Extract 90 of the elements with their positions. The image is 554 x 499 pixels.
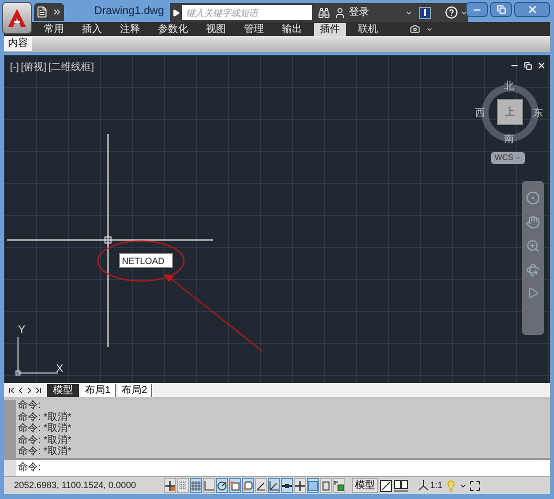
ribbon-tab[interactable]: 联机 bbox=[352, 23, 384, 36]
dynamic-input-field[interactable]: NETLOAD bbox=[119, 253, 173, 268]
dotted-grid-icon bbox=[178, 480, 188, 490]
expand-icon[interactable] bbox=[172, 8, 180, 16]
ribbon-tab[interactable]: 视图 bbox=[200, 23, 232, 36]
caret-icon bbox=[515, 155, 522, 161]
viewcube-face[interactable]: 上 bbox=[497, 99, 523, 125]
status-toggle-button[interactable] bbox=[268, 478, 280, 493]
coordinates-readout: 2052.6983, 1100.1524, 0.0000 bbox=[13, 478, 137, 492]
status-toggle-button[interactable] bbox=[190, 478, 202, 493]
rounded-square-icon bbox=[243, 480, 253, 490]
book-icon[interactable] bbox=[394, 480, 408, 492]
command-history-line: 命令: bbox=[18, 400, 42, 412]
new-file-icon[interactable] bbox=[36, 6, 48, 18]
camera-icon[interactable] bbox=[410, 24, 420, 34]
command-history-line: 命令: *取消* bbox=[18, 446, 72, 458]
user-icon[interactable] bbox=[334, 6, 346, 18]
crosshair-icon bbox=[165, 480, 175, 490]
angle-icon bbox=[256, 480, 266, 490]
fullscreen-icon[interactable] bbox=[468, 480, 481, 492]
close-icon bbox=[526, 4, 538, 15]
ribbon-tab[interactable]: 注释 bbox=[114, 23, 146, 36]
minimize-button[interactable] bbox=[466, 2, 488, 17]
overlapping-squares-icon bbox=[334, 480, 344, 490]
ucs-menu-button[interactable]: WCS bbox=[491, 152, 525, 164]
command-history-line: 命令: *取消* bbox=[18, 434, 72, 446]
ribbon-tab[interactable]: 插入 bbox=[76, 23, 108, 36]
grid-icon bbox=[191, 480, 201, 490]
layout-tab[interactable]: 布局2 bbox=[118, 384, 152, 396]
right-angle-icon bbox=[204, 480, 214, 490]
ucs-angle-icon bbox=[269, 480, 279, 490]
layout-icon[interactable] bbox=[380, 480, 392, 492]
ribbon-tab[interactable]: 参数化 bbox=[152, 23, 194, 36]
viewport-control[interactable]: [-] bbox=[10, 60, 19, 75]
more-icon[interactable] bbox=[52, 7, 62, 17]
status-toggle-button[interactable] bbox=[307, 478, 319, 493]
status-toggle-button[interactable] bbox=[242, 478, 254, 493]
status-toggle-button[interactable] bbox=[281, 478, 293, 493]
ribbon-tab[interactable]: 插件 bbox=[314, 23, 346, 36]
caret-icon[interactable] bbox=[426, 26, 433, 33]
axis-label: Y bbox=[18, 323, 26, 338]
panel-tab[interactable]: 内容 bbox=[4, 37, 32, 51]
rectangle-icon bbox=[321, 480, 331, 490]
ribbon-tab[interactable]: 输出 bbox=[276, 23, 308, 36]
compass-label: 西 bbox=[475, 107, 485, 121]
status-toggle-button[interactable] bbox=[320, 478, 332, 493]
status-toggle-button[interactable] bbox=[333, 478, 345, 493]
restore-button[interactable] bbox=[490, 2, 512, 17]
next-tab-icon[interactable] bbox=[25, 386, 34, 394]
document-title: Drawing1.dwg bbox=[94, 4, 164, 19]
sign-in-link[interactable]: 登录 bbox=[349, 5, 369, 20]
compass-label: 北 bbox=[504, 80, 514, 94]
model-space-button[interactable]: 模型 bbox=[352, 478, 378, 493]
ribbon-tab[interactable]: 管理 bbox=[238, 23, 270, 36]
compass-label: 南 bbox=[504, 132, 514, 147]
restore-icon[interactable] bbox=[524, 62, 532, 70]
status-toggle-button[interactable] bbox=[216, 478, 228, 493]
status-toggle-button[interactable] bbox=[255, 478, 267, 493]
previous-tab-icon[interactable] bbox=[16, 386, 25, 394]
annotation-scale[interactable]: 1:1 bbox=[430, 478, 443, 492]
binoculars-icon[interactable] bbox=[318, 6, 330, 18]
square-corner-icon bbox=[230, 480, 240, 490]
status-toggle-button[interactable] bbox=[229, 478, 241, 493]
letter-a-logo-icon bbox=[6, 7, 28, 29]
layout-tab[interactable]: 模型 bbox=[47, 384, 79, 396]
polar-icon bbox=[217, 480, 227, 490]
axis-label: X bbox=[56, 362, 64, 377]
viewport-control[interactable]: [俯视] bbox=[20, 60, 46, 75]
search-field[interactable]: 键入关键字或短语 bbox=[182, 5, 312, 20]
viewport-control[interactable]: [二维线框] bbox=[48, 60, 94, 75]
status-toggle-button[interactable] bbox=[294, 478, 306, 493]
application-menu-button[interactable] bbox=[2, 2, 32, 34]
status-toggle-button[interactable] bbox=[203, 478, 215, 493]
layout-tab[interactable]: 布局1 bbox=[81, 384, 116, 396]
restore-icon bbox=[496, 5, 506, 14]
annotation-scale-icon[interactable] bbox=[418, 480, 429, 491]
compass-label: 东 bbox=[533, 106, 543, 121]
drawing-canvas[interactable]: [-] [俯视] [二维线框] 北 西 上 东 南 WCS NETLOAD Y X bbox=[4, 55, 550, 383]
command-line-field[interactable]: 命令: bbox=[4, 460, 550, 476]
close-button[interactable] bbox=[514, 2, 550, 17]
status-toggle-button[interactable] bbox=[164, 478, 176, 493]
status-toggle-button[interactable] bbox=[177, 478, 189, 493]
last-tab-icon[interactable] bbox=[34, 386, 43, 394]
command-history-line: 命令: *取消* bbox=[18, 423, 72, 434]
plus-icon bbox=[295, 480, 305, 490]
help-icon[interactable] bbox=[445, 6, 458, 19]
command-history-line: 命令: *取消* bbox=[18, 412, 72, 422]
first-tab-icon[interactable] bbox=[7, 386, 16, 394]
close-icon[interactable] bbox=[537, 61, 546, 70]
ribbon-tab[interactable]: 常用 bbox=[38, 23, 70, 36]
